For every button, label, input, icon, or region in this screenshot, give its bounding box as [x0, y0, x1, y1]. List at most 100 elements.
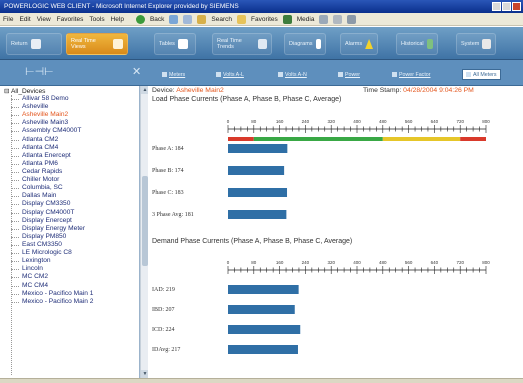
- search-button[interactable]: Search: [211, 16, 232, 23]
- sidebar-header: ⊢⊣ ⊢ ✕: [0, 60, 148, 86]
- home-icon: [30, 39, 41, 49]
- nav-tab-real-time-views[interactable]: Real Time Views: [66, 33, 128, 55]
- expand-all-icon[interactable]: ⊢⊣: [25, 67, 44, 78]
- subtab-meters[interactable]: Meters: [162, 70, 185, 79]
- subtab-label: Volts A-N: [285, 71, 307, 78]
- tree-item[interactable]: Columbia, SC: [0, 184, 93, 192]
- tick-label: 240: [302, 260, 310, 265]
- print-icon[interactable]: [347, 14, 357, 24]
- page-icon: [338, 72, 343, 77]
- tick-label: 720: [456, 119, 464, 124]
- device-label: Device:: [152, 87, 175, 94]
- tree-item[interactable]: Atlanta CM4: [0, 144, 93, 152]
- subtab-volts-a-l[interactable]: Volts A-L: [216, 70, 244, 79]
- page-icon: [216, 72, 221, 77]
- tree-item[interactable]: Atlanta CM2: [0, 136, 93, 144]
- media-button[interactable]: Media: [297, 16, 315, 23]
- tick-label: 800: [482, 119, 490, 124]
- nav-tab-return[interactable]: Return: [6, 33, 62, 55]
- tick-label: 480: [379, 119, 387, 124]
- time-stamp-value: 04/28/2004 9:04:26 PM: [403, 87, 474, 94]
- media-icon[interactable]: [282, 14, 292, 24]
- device-name: Asheville Main2: [176, 87, 224, 94]
- bar-label: 3 Phase Avg: 181: [152, 212, 194, 218]
- tree-item[interactable]: Display PM850: [0, 233, 93, 241]
- tree-item[interactable]: Atlanta PM6: [0, 160, 93, 168]
- menu-file[interactable]: File: [3, 16, 13, 23]
- bar: [228, 345, 298, 354]
- subtab-power[interactable]: Power: [338, 70, 360, 79]
- collapse-all-icon[interactable]: ⊢: [44, 67, 54, 78]
- bar: [228, 325, 301, 334]
- tree-item[interactable]: East CM3350: [0, 241, 93, 249]
- page-icon: [392, 72, 397, 77]
- search-icon[interactable]: [197, 14, 207, 24]
- tree-item[interactable]: Cedar Rapids: [0, 168, 93, 176]
- tree-item[interactable]: Atlanta Enercept: [0, 152, 93, 160]
- tree-item[interactable]: LE Micrologic C8: [0, 249, 93, 257]
- tree-root-label: All_Devices: [11, 88, 46, 95]
- subtab-label: Power: [345, 71, 361, 78]
- tree-item[interactable]: MC CM2: [0, 273, 93, 281]
- nav-tab-system[interactable]: System: [456, 33, 496, 55]
- tick-label: 80: [251, 260, 257, 265]
- history-icon[interactable]: [319, 14, 329, 24]
- favorites-button[interactable]: Favorites: [251, 16, 278, 23]
- close-button[interactable]: [512, 2, 521, 11]
- tree-item[interactable]: Dallas Main: [0, 192, 93, 200]
- subtab-power-factor[interactable]: Power Factor: [392, 70, 431, 79]
- mail-icon[interactable]: [333, 14, 343, 24]
- tree-item[interactable]: Assembly CM4000T: [0, 127, 93, 135]
- back-arrow-icon[interactable]: [135, 14, 145, 24]
- bar: [228, 144, 288, 153]
- nav-tab-tables[interactable]: Tables: [154, 33, 196, 55]
- back-button[interactable]: Back: [150, 16, 164, 23]
- tree-item[interactable]: Mexico - Pacifico Main 1: [0, 290, 93, 298]
- menu-favorites[interactable]: Favorites: [57, 16, 84, 23]
- bar: [228, 305, 295, 314]
- tree-root[interactable]: ⊟ All_Devices: [4, 87, 45, 95]
- tree-item[interactable]: Lexington: [0, 257, 93, 265]
- nav-tab-real-time-trends[interactable]: Real Time Trends: [212, 33, 272, 55]
- maximize-button[interactable]: [502, 2, 511, 11]
- nav-tab-historical[interactable]: Historical: [396, 33, 438, 55]
- tree-item[interactable]: Display CM3350: [0, 200, 93, 208]
- tree-item[interactable]: Chiller Motor: [0, 176, 93, 184]
- tree-item[interactable]: Mexico - Pacifico Main 2: [0, 298, 93, 306]
- subtab-all-meters[interactable]: All Meters: [462, 69, 501, 80]
- menu-edit[interactable]: Edit: [19, 16, 30, 23]
- main-content: Device: Asheville Main2 Time Stamp: 04/2…: [148, 86, 523, 378]
- tree-item[interactable]: Allivar 58 Demo: [0, 95, 93, 103]
- window-title: POWERLOGIC WEB CLIENT - Microsoft Intern…: [4, 3, 239, 10]
- menu-view[interactable]: View: [37, 16, 51, 23]
- chart-title: Load Phase Currents (Phase A, Phase B, P…: [152, 96, 342, 103]
- tree-item[interactable]: Lincoln: [0, 265, 93, 273]
- tree-item[interactable]: Asheville Main2: [0, 111, 93, 119]
- subtab-label: All Meters: [473, 71, 497, 78]
- close-icon[interactable]: ✕: [132, 67, 141, 78]
- nav-tab-diagrams[interactable]: Diagrams: [284, 33, 326, 55]
- time-stamp-line: Time Stamp: 04/28/2004 9:04:26 PM: [363, 87, 474, 94]
- tree-item[interactable]: Asheville: [0, 103, 93, 111]
- menu-help[interactable]: Help: [111, 16, 124, 23]
- minimize-button[interactable]: [492, 2, 501, 11]
- tree-item[interactable]: MC CM4: [0, 282, 93, 290]
- tick-label: 640: [431, 119, 439, 124]
- subtab-volts-a-n[interactable]: Volts A-N: [278, 70, 307, 79]
- subtab-label: Meters: [169, 71, 186, 78]
- favorites-star-icon[interactable]: [237, 14, 247, 24]
- menu-tools[interactable]: Tools: [89, 16, 104, 23]
- bar-label: Phase A: 184: [152, 146, 184, 152]
- tree-item[interactable]: Display CM4000T: [0, 209, 93, 217]
- tree-scrollbar[interactable]: ▲ ▼: [140, 86, 149, 378]
- history-icon: [426, 39, 433, 49]
- nav-tab-alarms[interactable]: Alarms: [340, 33, 378, 55]
- tree-item[interactable]: Asheville Main3: [0, 119, 93, 127]
- refresh-icon[interactable]: [169, 14, 179, 24]
- table-icon: [113, 39, 123, 49]
- tree-item[interactable]: Display Enercept: [0, 217, 93, 225]
- bar-label: ICD: 224: [152, 327, 175, 333]
- load-currents-chart: 0 80 160 240 320 400 480 560 640 720 800 Phase A: 1…: [152, 119, 490, 219]
- home-icon[interactable]: [183, 14, 193, 24]
- tree-item[interactable]: Display Energy Meter: [0, 225, 93, 233]
